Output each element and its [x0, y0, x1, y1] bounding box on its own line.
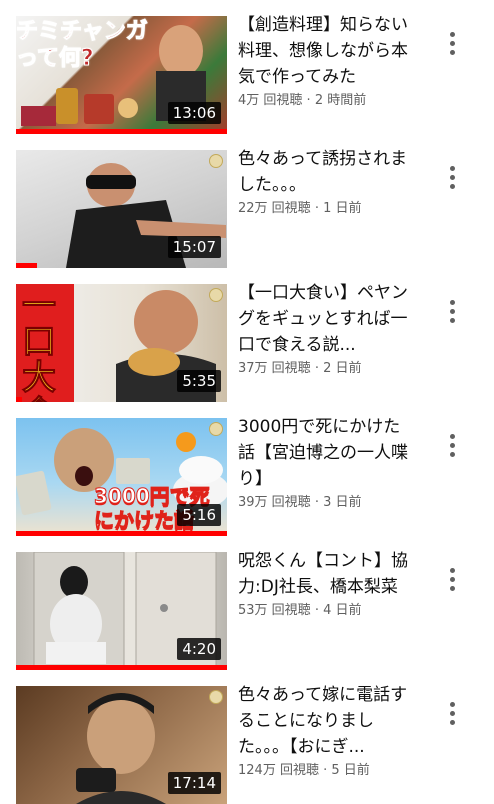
- video-list: チミチャンガって何? 13:06 【創造料理】知らない料理、想像しながら本気で作…: [0, 0, 494, 804]
- upload-age: 3 日前: [323, 495, 362, 510]
- video-title[interactable]: 【創造料理】知らない料理、想像しながら本気で作ってみた: [238, 12, 416, 90]
- video-stats: 39万 回視聴 · 3 日前: [238, 494, 416, 512]
- channel-badge-icon: [209, 288, 223, 302]
- more-options-button[interactable]: [440, 564, 464, 594]
- video-duration: 17:14: [167, 772, 221, 794]
- separator: ·: [310, 201, 324, 216]
- video-title[interactable]: 色々あって誘拐されました。。。: [238, 146, 416, 198]
- video-thumbnail[interactable]: 17:14: [16, 686, 227, 804]
- view-count: 39万 回視聴: [238, 495, 311, 510]
- more-options-button[interactable]: [440, 162, 464, 192]
- more-vert-icon: [449, 701, 455, 707]
- video-duration: 5:16: [177, 504, 221, 526]
- video-duration: 15:07: [167, 236, 221, 258]
- separator: ·: [310, 603, 324, 618]
- video-thumbnail[interactable]: 15:07: [16, 150, 227, 268]
- upload-age: 2 日前: [323, 361, 362, 376]
- video-meta: 色々あって誘拐されました。。。 22万 回視聴 · 1 日前: [238, 146, 416, 218]
- video-stats: 53万 回視聴 · 4 日前: [238, 602, 416, 620]
- separator: ·: [310, 495, 324, 510]
- more-options-button[interactable]: [440, 296, 464, 326]
- thumbnail-caption: チミチャンガって何?: [16, 19, 148, 72]
- more-vert-icon: [449, 567, 455, 573]
- separator: ·: [310, 361, 324, 376]
- view-count: 37万 回視聴: [238, 361, 311, 376]
- separator: ·: [318, 763, 332, 778]
- separator: ·: [302, 93, 315, 108]
- more-vert-icon: [449, 433, 455, 439]
- video-meta: 色々あって嫁に電話することになりました。。。【おにぎ... 124万 回視聴 ·…: [238, 682, 416, 780]
- view-count: 4万 回視聴: [238, 93, 303, 108]
- more-options-button[interactable]: [440, 698, 464, 728]
- video-duration: 4:20: [177, 638, 221, 660]
- more-vert-icon: [449, 165, 455, 171]
- video-item[interactable]: 3000円で死にかけた話 5:16 3000円で死にかけた話【宮迫博之の一人喋り…: [0, 402, 494, 536]
- video-item[interactable]: 一口大食 5:35 【一口大食い】ペヤングをギュッとすれば一口で食える説... …: [0, 268, 494, 402]
- video-item[interactable]: 17:14 色々あって嫁に電話することになりました。。。【おにぎ... 124万…: [0, 670, 494, 804]
- video-thumbnail[interactable]: チミチャンガって何? 13:06: [16, 16, 227, 134]
- channel-badge-icon: [209, 690, 223, 704]
- upload-age: 1 日前: [323, 201, 362, 216]
- video-stats: 37万 回視聴 · 2 日前: [238, 360, 416, 378]
- video-meta: 【創造料理】知らない料理、想像しながら本気で作ってみた 4万 回視聴 · 2 時…: [238, 12, 416, 110]
- upload-age: 5 日前: [331, 763, 370, 778]
- video-item[interactable]: チミチャンガって何? 13:06 【創造料理】知らない料理、想像しながら本気で作…: [0, 0, 494, 134]
- video-thumbnail[interactable]: 3000円で死にかけた話 5:16: [16, 418, 227, 536]
- video-meta: 【一口大食い】ペヤングをギュッとすれば一口で食える説... 37万 回視聴 · …: [238, 280, 416, 378]
- video-duration: 13:06: [167, 102, 221, 124]
- video-stats: 22万 回視聴 · 1 日前: [238, 200, 416, 218]
- more-options-button[interactable]: [440, 28, 464, 58]
- channel-badge-icon: [209, 154, 223, 168]
- more-options-button[interactable]: [440, 430, 464, 460]
- video-stats: 124万 回視聴 · 5 日前: [238, 762, 416, 780]
- video-title[interactable]: 3000円で死にかけた話【宮迫博之の一人喋り】: [238, 414, 416, 492]
- video-thumbnail[interactable]: 一口大食 5:35: [16, 284, 227, 402]
- video-duration: 5:35: [177, 370, 221, 392]
- video-meta: 3000円で死にかけた話【宮迫博之の一人喋り】 39万 回視聴 · 3 日前: [238, 414, 416, 512]
- more-vert-icon: [449, 31, 455, 37]
- upload-age: 4 日前: [323, 603, 362, 618]
- upload-age: 2 時間前: [314, 93, 367, 108]
- video-item[interactable]: 4:20 呪怨くん【コント】協力:DJ社長、橋本梨菜 53万 回視聴 · 4 日…: [0, 536, 494, 670]
- video-thumbnail[interactable]: 4:20: [16, 552, 227, 670]
- view-count: 53万 回視聴: [238, 603, 311, 618]
- thumbnail-caption: 一口大食: [22, 286, 57, 403]
- video-title[interactable]: 呪怨くん【コント】協力:DJ社長、橋本梨菜: [238, 548, 416, 600]
- view-count: 124万 回視聴: [238, 763, 319, 778]
- more-vert-icon: [449, 299, 455, 305]
- video-title[interactable]: 色々あって嫁に電話することになりました。。。【おにぎ...: [238, 682, 416, 760]
- view-count: 22万 回視聴: [238, 201, 311, 216]
- video-stats: 4万 回視聴 · 2 時間前: [238, 92, 416, 110]
- channel-badge-icon: [209, 422, 223, 436]
- video-title[interactable]: 【一口大食い】ペヤングをギュッとすれば一口で食える説...: [238, 280, 416, 358]
- video-meta: 呪怨くん【コント】協力:DJ社長、橋本梨菜 53万 回視聴 · 4 日前: [238, 548, 416, 620]
- video-item[interactable]: 15:07 色々あって誘拐されました。。。 22万 回視聴 · 1 日前: [0, 134, 494, 268]
